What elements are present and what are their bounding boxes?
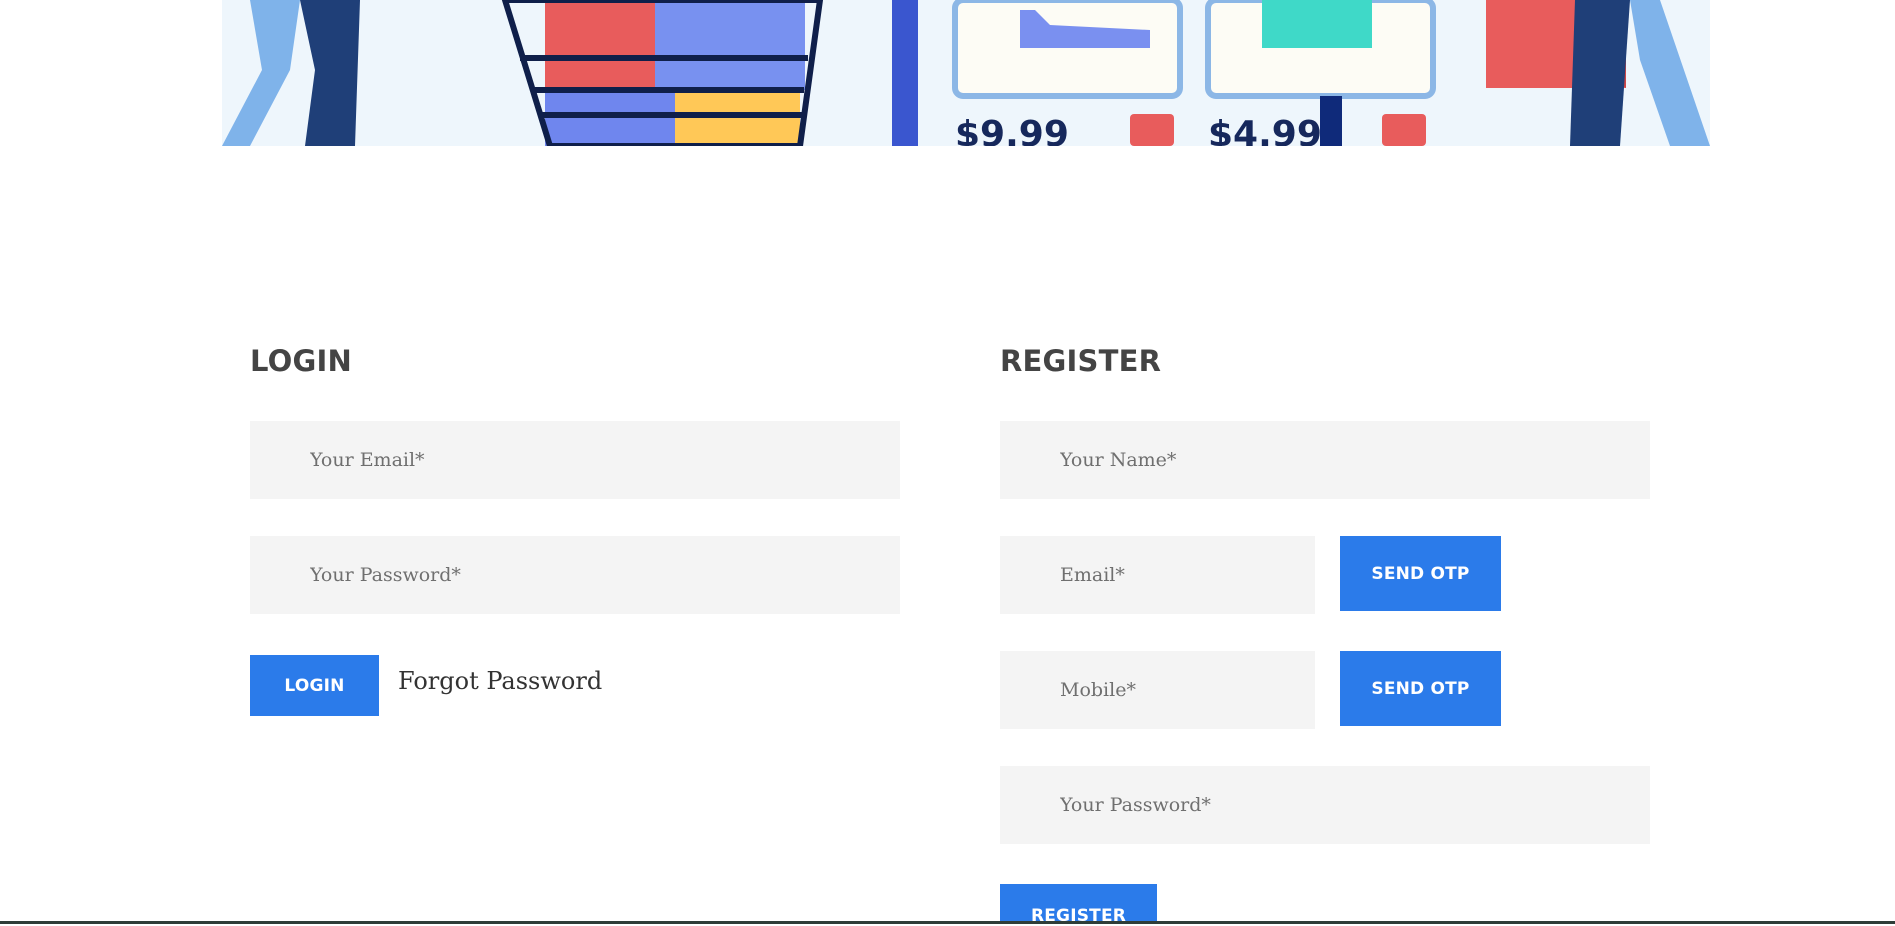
register-name-field[interactable] [1000,421,1650,499]
send-otp-mobile-button[interactable]: SEND OTP [1340,651,1501,726]
register-email-field[interactable] [1000,536,1315,614]
hero-banner: $9.99 $4.99 [0,0,1895,146]
login-button[interactable]: LOGIN [250,655,379,716]
login-email-field[interactable] [250,421,900,499]
register-title: REGISTER [1000,344,1162,378]
register-button[interactable]: REGISTER [1000,884,1157,926]
forgot-password-link[interactable]: Forgot Password [398,667,602,695]
login-password-field[interactable] [250,536,900,614]
send-otp-email-button[interactable]: SEND OTP [1340,536,1501,611]
register-password-field[interactable] [1000,766,1650,844]
shopping-illustration: $9.99 $4.99 [0,0,1895,146]
login-title: LOGIN [250,344,352,378]
price-right-label: $4.99 [1208,114,1322,146]
register-mobile-field[interactable] [1000,651,1315,729]
price-left-label: $9.99 [955,114,1069,146]
